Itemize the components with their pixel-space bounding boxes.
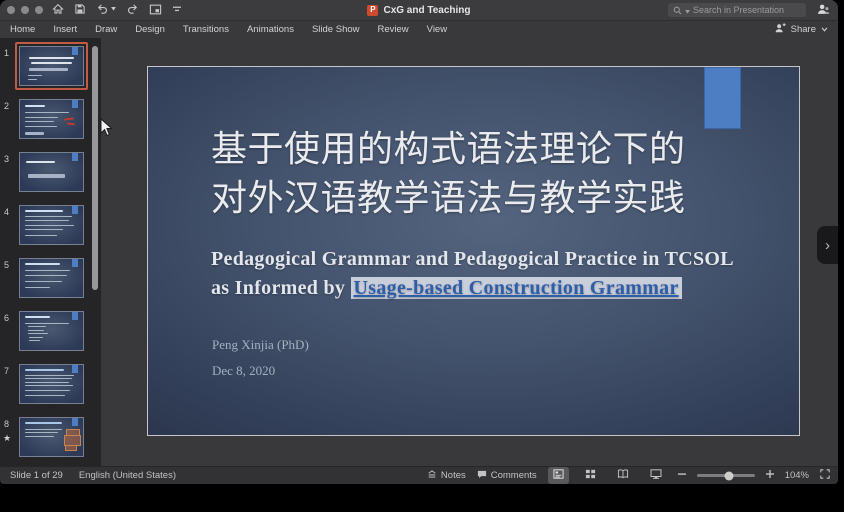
tab-draw[interactable]: Draw [95,24,117,35]
customize-toolbar-icon[interactable] [172,5,182,13]
language-indicator[interactable]: English (United States) [79,470,176,481]
document-title: CxG and Teaching [383,5,470,16]
thumbnail-number: 4 [4,207,9,217]
thumbnail-item-1[interactable]: 1 [0,42,101,90]
tab-view[interactable]: View [427,24,447,35]
panel-toggle[interactable]: › [817,226,838,264]
fit-slide-to-window-button[interactable] [820,469,830,482]
reading-view-button[interactable] [612,467,634,484]
reading-view-icon [617,469,629,482]
mouse-cursor [100,118,113,142]
content-area: 1 2 [0,38,838,467]
slide-thumbnail[interactable] [19,258,84,298]
zoom-in-button[interactable] [766,470,774,481]
thumbnail-item-4[interactable]: 4 [0,201,101,249]
slide-thumbnail[interactable] [19,205,84,245]
thumbnail-item-3[interactable]: 3 [0,148,101,196]
comments-button[interactable]: Comments [477,470,537,482]
share-chevron-down-icon [821,24,828,35]
thumbnail-item-7[interactable]: 7 [0,360,101,408]
account-presence-icon[interactable] [816,3,830,21]
quick-access-toolbar [52,3,182,15]
slide-author: Peng Xinjia (PhD) [212,337,309,353]
thumbnail-number: 1 [4,48,9,58]
slide-counter: Slide 1 of 29 [10,470,63,481]
thumbnail-item-8[interactable]: 8 ★ [0,413,101,461]
chevron-right-icon: › [825,237,830,254]
slide-thumbnail[interactable] [19,364,84,404]
tab-animations[interactable]: Animations [247,24,294,35]
thumbnail-item-5[interactable]: 5 [0,254,101,302]
zoom-percentage[interactable]: 104% [785,470,809,481]
undo-icon[interactable] [96,3,116,15]
minimize-button[interactable] [21,6,29,14]
status-bar: Slide 1 of 29 English (United States) No… [0,466,838,484]
powerpoint-window: P CxG and Teaching Home Insert Draw Desi… [0,0,838,484]
save-icon[interactable] [74,3,86,15]
share-button[interactable]: Share [774,21,828,38]
search-scope-caret-icon[interactable] [685,1,690,19]
slide-thumbnail-panel: 1 2 [0,38,101,467]
thumbnail-number: 2 [4,101,9,111]
notes-icon [427,470,437,482]
normal-view-button[interactable] [548,467,569,484]
search-input[interactable] [693,5,801,15]
close-button[interactable] [7,6,15,14]
slideshow-view-button[interactable] [645,467,667,484]
redo-icon[interactable] [126,3,139,15]
slide-canvas[interactable]: 基于使用的构式语法理论下的 对外汉语教学语法与教学实践 Pedagogical … [147,66,800,436]
notes-button[interactable]: Notes [427,470,466,482]
thumbnail-number: 7 [4,366,9,376]
thumbnail-item-2[interactable]: 2 [0,95,101,143]
zoom-out-button[interactable] [678,470,686,481]
ribbon-tab-bar: Home Insert Draw Design Transitions Anim… [0,21,838,39]
slide-thumbnail[interactable] [19,311,84,351]
zoom-slider[interactable] [697,474,755,477]
slide-date: Dec 8, 2020 [212,363,309,379]
thumbnail-number: 3 [4,154,9,164]
titlebar: P CxG and Teaching [0,0,838,21]
powerpoint-file-icon: P [367,5,378,16]
slide-thumbnail[interactable] [19,152,84,192]
normal-view-icon [553,469,564,482]
slide-sorter-view-button[interactable] [580,467,601,484]
comments-icon [477,470,487,482]
thumbnail-number: 6 [4,313,9,323]
tab-review[interactable]: Review [378,24,409,35]
home-icon[interactable] [52,3,64,15]
new-window-icon[interactable] [149,4,162,15]
slide-thumbnail[interactable] [19,46,84,86]
share-person-plus-icon [774,23,786,37]
share-label: Share [791,24,816,35]
window-controls [7,6,43,14]
tab-transitions[interactable]: Transitions [183,24,229,35]
thumbnail-scrollbar[interactable] [92,46,98,290]
zoom-button[interactable] [35,6,43,14]
thumbnail-selected-frame [15,42,88,90]
slide-sorter-icon [585,469,596,482]
search-box[interactable] [668,3,806,17]
tab-insert[interactable]: Insert [53,24,77,35]
tab-slide-show[interactable]: Slide Show [312,24,360,35]
thumbnail-number: 8 [4,419,9,429]
tab-design[interactable]: Design [135,24,165,35]
search-icon [673,6,682,15]
undo-dropdown-caret [111,7,116,11]
slide-thumbnail[interactable] [19,99,84,139]
tab-home[interactable]: Home [10,24,35,35]
slide-thumbnail[interactable] [19,417,84,457]
zoom-slider-thumb[interactable] [724,471,733,480]
slide-title-chinese: 基于使用的构式语法理论下的 对外汉语教学语法与教学实践 [211,125,771,223]
slide-subtitle-english: Pedagogical Grammar and Pedagogical Prac… [211,245,771,303]
hyperlink-highlighted[interactable]: Usage-based Construction Grammar [351,277,682,299]
animation-star-icon: ★ [3,433,11,444]
slideshow-icon [650,469,662,482]
slide-author-block: Peng Xinjia (PhD) Dec 8, 2020 [212,337,309,379]
slide-accent-rectangle [704,67,741,129]
thumbnail-number: 5 [4,260,9,270]
thumbnail-item-6[interactable]: 6 [0,307,101,355]
